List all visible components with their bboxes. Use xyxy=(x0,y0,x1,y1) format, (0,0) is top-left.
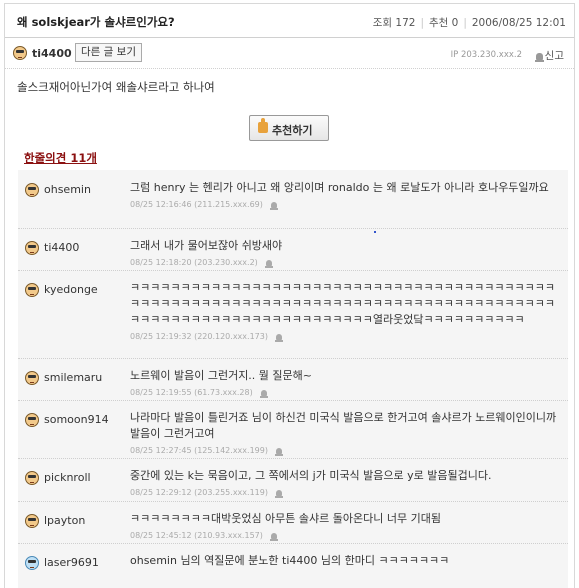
author-row: ti4400 다른 글 보기 IP 203.230.xxx.2 신고 xyxy=(5,38,574,69)
report-icon[interactable] xyxy=(259,389,268,398)
user-avatar-icon xyxy=(25,371,39,385)
report-icon[interactable] xyxy=(274,489,283,498)
comment-meta: 08/25 12:18:20 (203.230.xxx.2) xyxy=(130,255,560,271)
comment-text: 중간에 있는 k는 묵음이고, 그 쪽에서의 j가 미국식 발음으로 y로 발음… xyxy=(130,469,492,482)
report-icon[interactable] xyxy=(269,201,278,210)
recommend-button[interactable]: 추천하기 xyxy=(249,115,329,141)
thumbs-up-icon xyxy=(258,118,268,133)
comment-username[interactable]: lpayton xyxy=(44,514,85,527)
comment-meta: 08/25 12:19:32 (220.120.xxx.173) xyxy=(130,329,560,345)
post-meta: 조회 172 | 추천 0 | 2006/08/25 12:01 xyxy=(373,15,566,30)
comment-username[interactable]: smilemaru xyxy=(44,371,102,384)
comment-row: picknroll 중간에 있는 k는 묵음이고, 그 쪽에서의 j가 미국식 … xyxy=(18,458,568,502)
comment-username[interactable]: picknroll xyxy=(44,471,91,484)
comment-timestamp: 08/25 12:29:12 (203.255.xxx.119) xyxy=(130,488,268,497)
user-avatar-icon xyxy=(25,556,39,570)
divider: | xyxy=(463,17,467,29)
report-icon[interactable] xyxy=(274,447,283,456)
report-button[interactable]: 신고 xyxy=(534,48,564,63)
comment-text: 나라마다 발음이 틀린거죠 님이 하신건 미국식 발음으로 한거고여 솔샤르가 … xyxy=(130,411,557,440)
report-icon[interactable] xyxy=(269,532,278,541)
comment-username[interactable]: somoon914 xyxy=(44,413,109,426)
comment-meta: 08/25 12:27:45 (125.142.xxx.199) xyxy=(130,443,560,459)
user-avatar-icon xyxy=(25,413,39,427)
comment-timestamp: 08/25 12:19:32 (220.120.xxx.173) xyxy=(130,332,268,341)
siren-icon xyxy=(534,52,544,62)
stray-pixel xyxy=(374,231,376,233)
comment-text: ohsemin 님의 역질문에 분노한 ti4400 님의 한마디 ㅋㅋㅋㅋㅋㅋ… xyxy=(130,554,450,567)
comment-body: 그럼 henry 는 헨리가 아니고 왜 앙리이며 ronaldo 는 왜 로날… xyxy=(130,180,560,213)
comment-username[interactable]: kyedonge xyxy=(44,283,98,296)
comment-list: ohsemin 그럼 henry 는 헨리가 아니고 왜 앙리이며 ronald… xyxy=(18,170,568,588)
comment-username[interactable]: ohsemin xyxy=(44,183,91,196)
comment-row: laser9691 ohsemin 님의 역질문에 분노한 ti4400 님의 … xyxy=(18,543,568,588)
comment-meta: 08/25 12:29:12 (203.255.xxx.119) xyxy=(130,485,560,501)
other-posts-button[interactable]: 다른 글 보기 xyxy=(75,43,142,62)
post-header: 왜 solskjear가 솔샤르인가요? 조회 172 | 추천 0 | 2006/08… xyxy=(5,4,574,38)
comment-body: ㅋㅋㅋㅋㅋㅋㅋㅋㅋㅋㅋㅋㅋㅋㅋㅋㅋㅋㅋㅋㅋㅋㅋㅋㅋㅋㅋㅋㅋㅋㅋㅋㅋㅋㅋㅋㅋㅋㅋㅋ… xyxy=(130,280,560,345)
recommend-count: 추천 0 xyxy=(428,17,459,29)
user-avatar-icon xyxy=(25,241,39,255)
comment-body: 중간에 있는 k는 묵음이고, 그 쪽에서의 j가 미국식 발음으로 y로 발음… xyxy=(130,468,560,501)
comment-username[interactable]: laser9691 xyxy=(44,556,99,569)
user-avatar-icon xyxy=(25,183,39,197)
comment-body: ohsemin 님의 역질문에 분노한 ti4400 님의 한마디 ㅋㅋㅋㅋㅋㅋ… xyxy=(130,553,560,569)
comment-row: lpayton ㅋㅋㅋㅋㅋㅋㅋㅋ대박웃었심 아무튼 솔샤르 돌아온다니 너무 기… xyxy=(18,501,568,544)
comment-row: kyedonge ㅋㅋㅋㅋㅋㅋㅋㅋㅋㅋㅋㅋㅋㅋㅋㅋㅋㅋㅋㅋㅋㅋㅋㅋㅋㅋㅋㅋㅋㅋㅋ… xyxy=(18,270,568,359)
comment-body: ㅋㅋㅋㅋㅋㅋㅋㅋ대박웃었심 아무튼 솔샤르 돌아온다니 너무 기대됨 08/25… xyxy=(130,511,560,544)
report-label: 신고 xyxy=(544,50,564,62)
comment-body: 나라마다 발음이 틀린거죠 님이 하신건 미국식 발음으로 한거고여 솔샤르가 … xyxy=(130,410,560,459)
comments-header[interactable]: 한줄의견 11개 xyxy=(24,150,97,166)
recommend-label: 추천하기 xyxy=(272,124,313,137)
comment-meta: 08/25 12:16:46 (211.215.xxx.69) xyxy=(130,197,560,213)
comment-meta: 08/25 12:45:12 (210.93.xxx.157) xyxy=(130,528,560,544)
comment-text: 노르웨이 발음이 그런거지.. 뭘 질문해~ xyxy=(130,369,312,382)
user-avatar-icon xyxy=(13,46,27,60)
report-icon[interactable] xyxy=(264,259,273,268)
comment-timestamp: 08/25 12:45:12 (210.93.xxx.157) xyxy=(130,531,263,540)
user-avatar-icon xyxy=(25,471,39,485)
comment-text: 그럼 henry 는 헨리가 아니고 왜 앙리이며 ronaldo 는 왜 로날… xyxy=(130,181,549,194)
comment-timestamp: 08/25 12:27:45 (125.142.xxx.199) xyxy=(130,446,268,455)
comment-text: 그래서 내가 물어보잖아 쉬방새야 xyxy=(130,239,283,252)
author-name[interactable]: ti4400 xyxy=(32,47,72,60)
user-avatar-icon xyxy=(25,514,39,528)
post-body: 솔스크재어아닌가여 왜솔샤르라고 하나여 xyxy=(17,80,215,94)
author-ip: IP 203.230.xxx.2 xyxy=(450,50,522,60)
comment-row: somoon914 나라마다 발음이 틀린거죠 님이 하신건 미국식 발음으로 … xyxy=(18,400,568,459)
comment-body: 노르웨이 발음이 그런거지.. 뭘 질문해~ 08/25 12:19:55 (6… xyxy=(130,368,560,401)
comment-timestamp: 08/25 12:19:55 (61.73.xxx.28) xyxy=(130,388,253,397)
view-count: 조회 172 xyxy=(372,17,416,29)
comment-text: ㅋㅋㅋㅋㅋㅋㅋㅋ대박웃었심 아무튼 솔샤르 돌아온다니 너무 기대됨 xyxy=(130,512,441,525)
report-icon[interactable] xyxy=(274,333,283,342)
divider: | xyxy=(420,17,424,29)
comment-username[interactable]: ti4400 xyxy=(44,241,79,254)
comment-row: ohsemin 그럼 henry 는 헨리가 아니고 왜 앙리이며 ronald… xyxy=(18,170,568,229)
post-title: 왜 solskjear가 솔샤르인가요? xyxy=(17,15,175,29)
comment-timestamp: 08/25 12:16:46 (211.215.xxx.69) xyxy=(130,200,263,209)
user-avatar-icon xyxy=(25,283,39,297)
comment-row: ti4400 그래서 내가 물어보잖아 쉬방새야 08/25 12:18:20 … xyxy=(18,228,568,271)
comment-text: ㅋㅋㅋㅋㅋㅋㅋㅋㅋㅋㅋㅋㅋㅋㅋㅋㅋㅋㅋㅋㅋㅋㅋㅋㅋㅋㅋㅋㅋㅋㅋㅋㅋㅋㅋㅋㅋㅋㅋㅋ… xyxy=(130,281,556,326)
comment-body: 그래서 내가 물어보잖아 쉬방새야 08/25 12:18:20 (203.23… xyxy=(130,238,560,271)
comment-row: smilemaru 노르웨이 발음이 그런거지.. 뭘 질문해~ 08/25 1… xyxy=(18,358,568,401)
comment-timestamp: 08/25 12:18:20 (203.230.xxx.2) xyxy=(130,258,258,267)
comment-meta: 08/25 12:19:55 (61.73.xxx.28) xyxy=(130,385,560,401)
post-date: 2006/08/25 12:01 xyxy=(471,17,566,29)
